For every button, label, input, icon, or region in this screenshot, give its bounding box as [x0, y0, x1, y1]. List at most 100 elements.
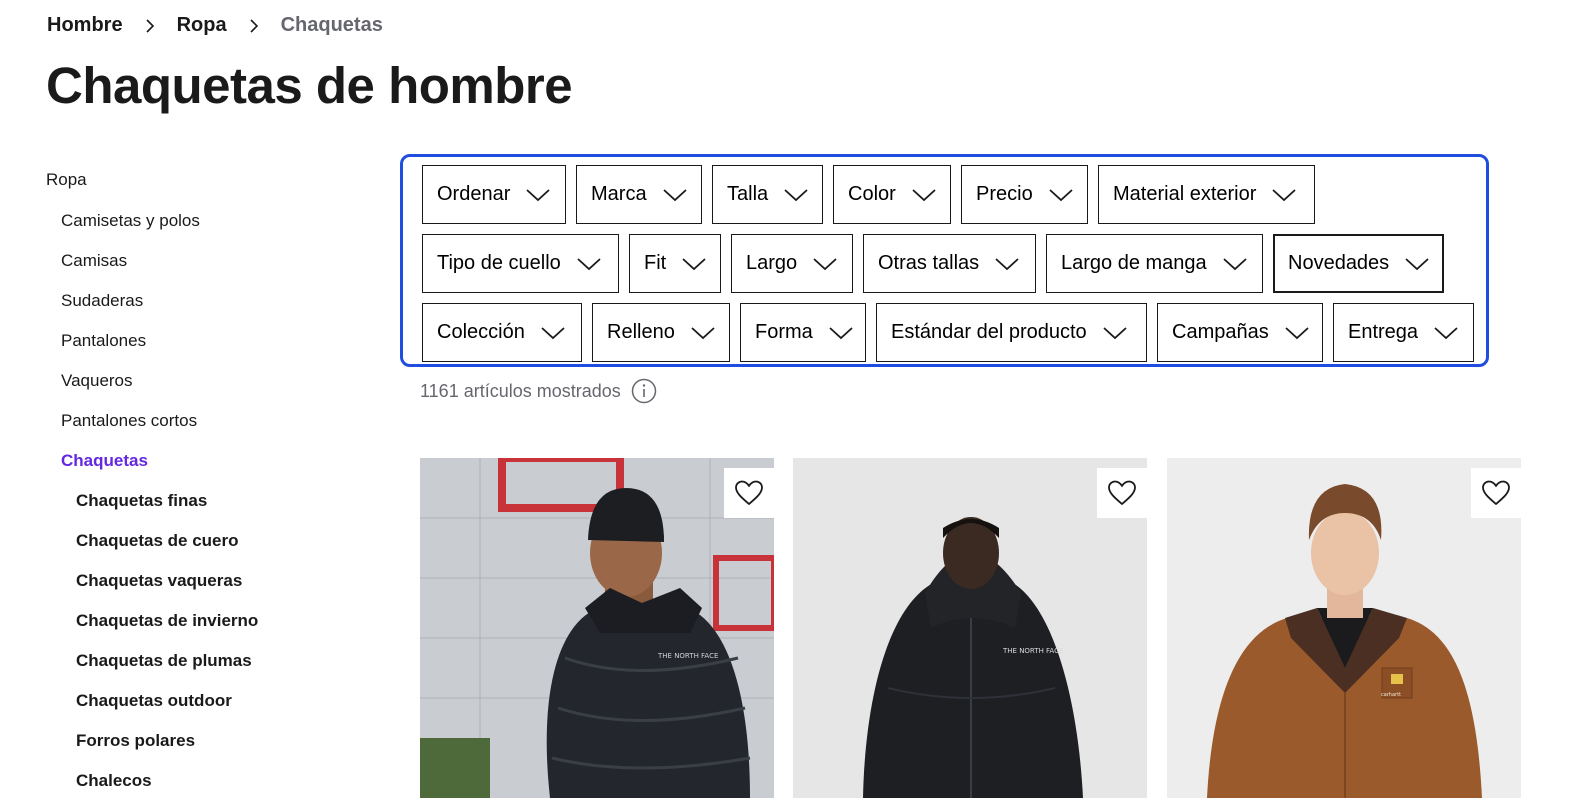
filter-forma[interactable]: Forma: [740, 303, 866, 362]
brand-logo-text: carhartt: [1381, 692, 1401, 698]
page-title: Chaquetas de hombre: [46, 57, 573, 114]
chevron-down-icon: [1405, 257, 1429, 271]
filter-label: Color: [848, 183, 896, 205]
filter-label: Forma: [755, 321, 813, 343]
filter-estandar-producto[interactable]: Estándar del producto: [876, 303, 1147, 362]
sidebar-item-chaquetas-finas[interactable]: Chaquetas finas: [46, 481, 386, 521]
filter-label: Estándar del producto: [891, 321, 1087, 343]
chevron-down-icon: [1285, 326, 1309, 340]
wishlist-button[interactable]: [724, 468, 774, 518]
sidebar-item-vaqueros[interactable]: Vaqueros: [46, 361, 386, 401]
filter-row: Tipo de cuello Fit Largo Otras tallas La…: [422, 234, 1444, 293]
chevron-down-icon: [1223, 257, 1247, 271]
filter-label: Marca: [591, 183, 647, 205]
filter-label: Largo: [746, 252, 798, 274]
chevron-down-icon: [995, 257, 1019, 271]
filter-fit[interactable]: Fit: [629, 234, 721, 293]
filter-coleccion[interactable]: Colección: [422, 303, 582, 362]
results-count-text: 1161 artículos mostrados: [420, 380, 621, 401]
chevron-down-icon: [682, 257, 706, 271]
filter-entrega[interactable]: Entrega: [1333, 303, 1474, 362]
filter-relleno[interactable]: Relleno: [592, 303, 730, 362]
results-count: 1161 artículos mostrados: [420, 378, 657, 404]
brand-logo-text: THE NORTH FACE: [1002, 647, 1063, 655]
sidebar-item-chaquetas[interactable]: Chaquetas: [46, 441, 386, 481]
sidebar-item-chalecos[interactable]: Chalecos: [46, 761, 386, 801]
filter-largo[interactable]: Largo: [731, 234, 853, 293]
sidebar-item-forros-polares[interactable]: Forros polares: [46, 721, 386, 761]
filter-label: Talla: [727, 183, 769, 205]
filter-row: Colección Relleno Forma Estándar del pro…: [422, 303, 1474, 362]
product-image: THE NORTH FACE: [793, 458, 1147, 798]
filter-label: Material exterior: [1113, 183, 1257, 205]
filter-label: Entrega: [1348, 321, 1419, 343]
heart-outline-icon: [1482, 480, 1510, 506]
sidebar-item-ropa[interactable]: Ropa: [46, 170, 386, 189]
sidebar-item-sudaderas[interactable]: Sudaderas: [46, 281, 386, 321]
filter-tipo-cuello[interactable]: Tipo de cuello: [422, 234, 619, 293]
filter-row: Ordenar Marca Talla Color Precio Materia…: [422, 165, 1315, 224]
sidebar-item-pantalones-cortos[interactable]: Pantalones cortos: [46, 401, 386, 441]
chevron-right-icon: [249, 18, 259, 34]
product-card[interactable]: THE NORTH FACE: [793, 458, 1147, 798]
chevron-down-icon: [813, 257, 837, 271]
filter-campanas[interactable]: Campañas: [1157, 303, 1323, 362]
filter-label: Colección: [437, 321, 525, 343]
filter-material-exterior[interactable]: Material exterior: [1098, 165, 1315, 224]
chevron-right-icon: [145, 18, 155, 34]
chevron-down-icon: [1049, 188, 1073, 202]
filter-label: Fit: [644, 252, 667, 274]
filter-otras-tallas[interactable]: Otras tallas: [863, 234, 1036, 293]
filter-label: Otras tallas: [878, 252, 980, 274]
product-image: THE NORTH FACE: [420, 458, 774, 798]
chevron-down-icon: [1272, 188, 1296, 202]
chevron-down-icon: [1103, 326, 1127, 340]
breadcrumb: Hombre Ropa Chaquetas: [47, 14, 383, 37]
chevron-down-icon: [662, 188, 687, 202]
sidebar-item-chaquetas-outdoor[interactable]: Chaquetas outdoor: [46, 681, 386, 721]
chevron-down-icon: [829, 326, 853, 340]
sidebar-item-chaquetas-vaqueras[interactable]: Chaquetas vaqueras: [46, 561, 386, 601]
filter-label: Largo de manga: [1061, 252, 1207, 274]
product-image: carhartt: [1167, 458, 1521, 798]
filter-bar: Ordenar Marca Talla Color Precio Materia…: [400, 154, 1489, 367]
sidebar-item-chaquetas-plumas[interactable]: Chaquetas de plumas: [46, 641, 386, 681]
wishlist-button[interactable]: [1097, 468, 1147, 518]
filter-largo-manga[interactable]: Largo de manga: [1046, 234, 1263, 293]
brand-logo-text: THE NORTH FACE: [657, 652, 718, 660]
filter-label: Tipo de cuello: [437, 252, 561, 274]
filter-marca[interactable]: Marca: [576, 165, 702, 224]
sidebar-item-chaquetas-cuero[interactable]: Chaquetas de cuero: [46, 521, 386, 561]
filter-ordenar[interactable]: Ordenar: [422, 165, 566, 224]
filter-novedades[interactable]: Novedades: [1273, 234, 1444, 293]
sidebar-item-camisetas[interactable]: Camisetas y polos: [46, 201, 386, 241]
heart-outline-icon: [735, 480, 763, 506]
breadcrumb-hombre[interactable]: Hombre: [47, 14, 123, 37]
chevron-down-icon: [526, 188, 550, 202]
chevron-down-icon: [691, 326, 715, 340]
info-icon[interactable]: [631, 378, 657, 404]
filter-label: Relleno: [607, 321, 675, 343]
chevron-down-icon: [912, 188, 936, 202]
filter-label: Ordenar: [437, 183, 511, 205]
sidebar-item-pantalones[interactable]: Pantalones: [46, 321, 386, 361]
breadcrumb-ropa[interactable]: Ropa: [177, 14, 227, 37]
filter-label: Precio: [976, 183, 1033, 205]
filter-precio[interactable]: Precio: [961, 165, 1088, 224]
product-card[interactable]: carhartt: [1167, 458, 1521, 798]
breadcrumb-chaquetas: Chaquetas: [280, 14, 383, 36]
product-card[interactable]: THE NORTH FACE: [420, 458, 774, 798]
chevron-down-icon: [1434, 326, 1458, 340]
filter-color[interactable]: Color: [833, 165, 951, 224]
category-sidebar: Ropa Camisetas y polos Camisas Sudaderas…: [46, 158, 386, 801]
filter-label: Campañas: [1172, 321, 1269, 343]
filter-label: Novedades: [1288, 252, 1390, 274]
chevron-down-icon: [784, 188, 808, 202]
filter-talla[interactable]: Talla: [712, 165, 823, 224]
wishlist-button[interactable]: [1471, 468, 1521, 518]
sidebar-item-camisas[interactable]: Camisas: [46, 241, 386, 281]
chevron-down-icon: [577, 257, 601, 271]
sidebar-item-chaquetas-invierno[interactable]: Chaquetas de invierno: [46, 601, 386, 641]
chevron-down-icon: [541, 326, 565, 340]
heart-outline-icon: [1108, 480, 1136, 506]
